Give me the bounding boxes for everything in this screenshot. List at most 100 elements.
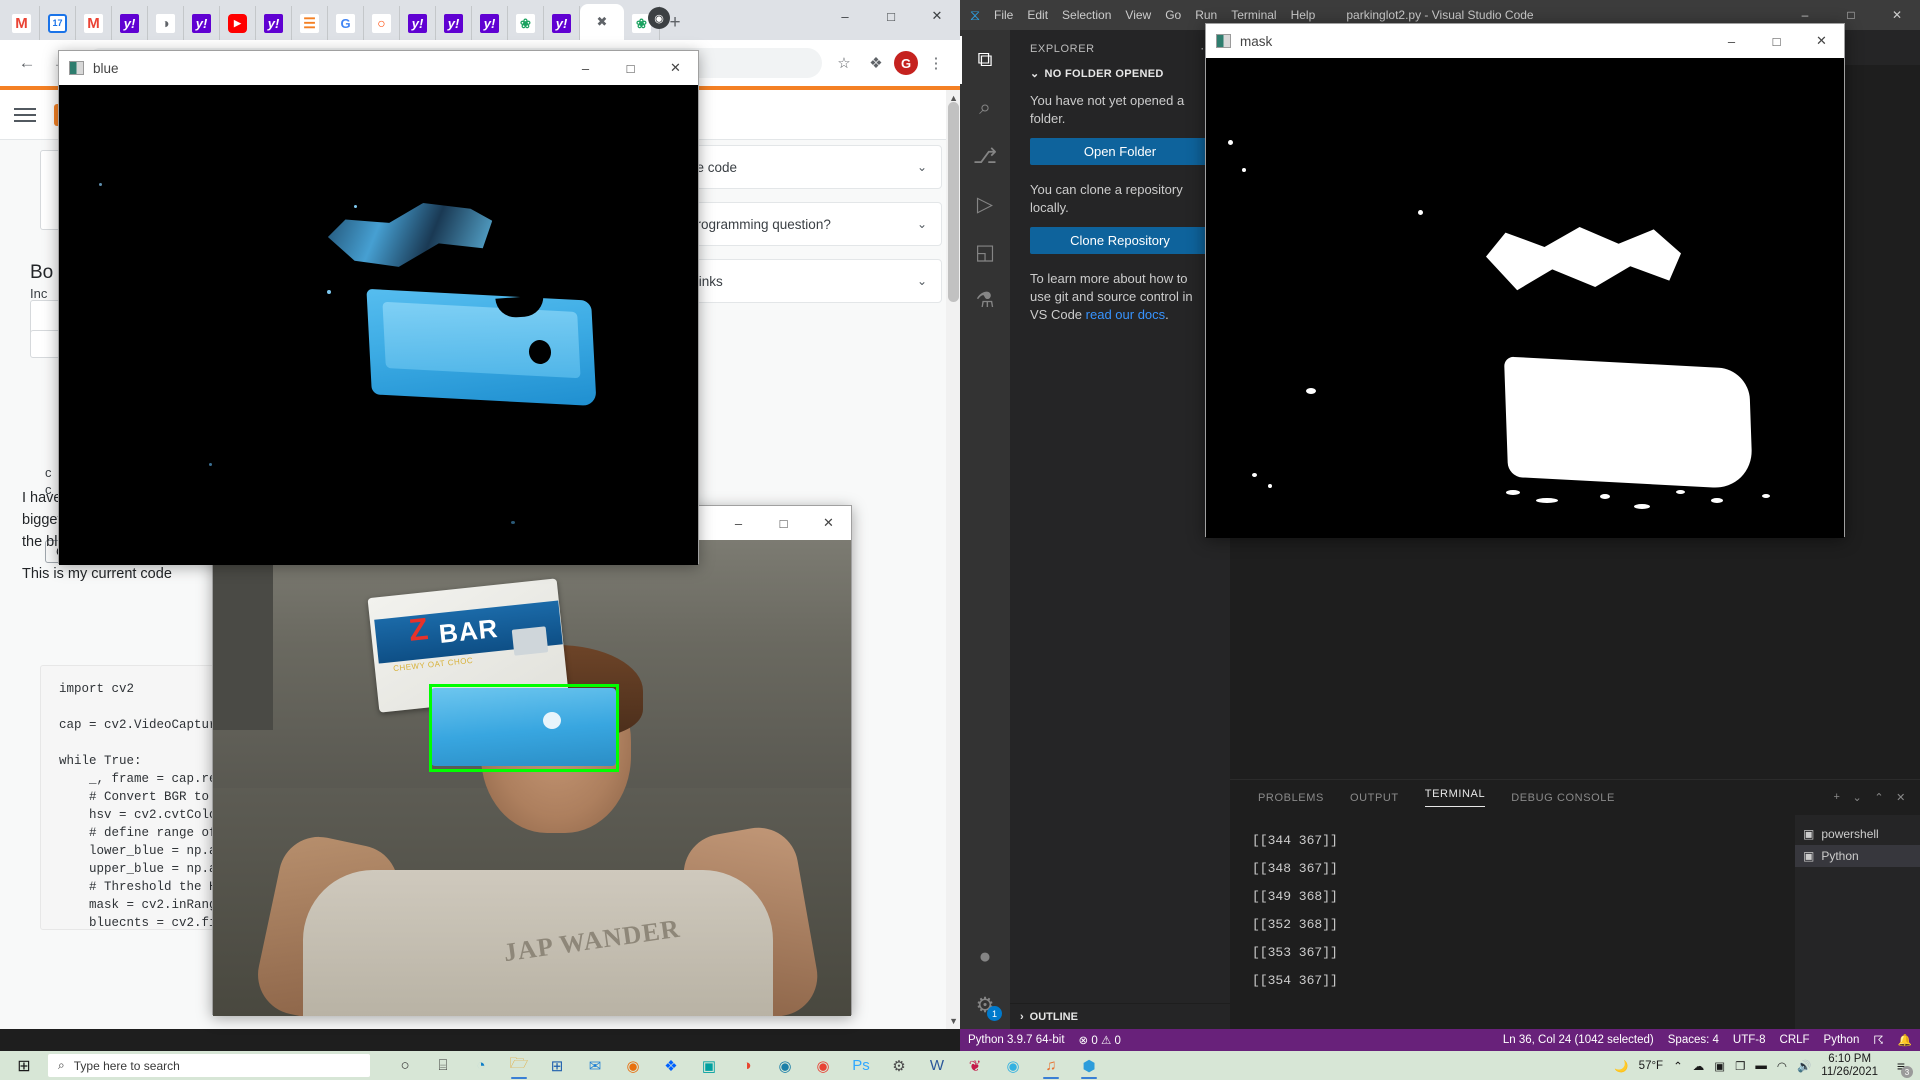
extensions-icon[interactable]: ❖ <box>862 49 890 77</box>
menu-run[interactable]: Run <box>1195 8 1217 22</box>
menu-go[interactable]: Go <box>1165 8 1181 22</box>
close-panel-icon[interactable]: ✕ <box>1896 791 1906 804</box>
browser-tab[interactable]: y! <box>256 6 292 40</box>
browser-tab[interactable]: ❀ <box>508 6 544 40</box>
run-debug-icon[interactable]: ▷ <box>960 180 1010 228</box>
browser-tab[interactable]: M <box>4 6 40 40</box>
scroll-down-icon[interactable]: ▼ <box>949 1016 958 1026</box>
logitech-icon[interactable]: ▣ <box>692 1051 726 1080</box>
close-icon[interactable]: ✕ <box>653 51 698 85</box>
browser-tab[interactable]: G <box>328 6 364 40</box>
browser-tab[interactable]: ☰ <box>292 6 328 40</box>
camera-icon[interactable]: ▣ <box>1714 1059 1725 1073</box>
notification-bell-icon[interactable]: 🔔 <box>1898 1033 1912 1047</box>
taskbar-search-input[interactable]: ⌕ Type here to search <box>48 1054 370 1077</box>
read-docs-link[interactable]: read our docs <box>1086 307 1166 322</box>
browser-tab[interactable]: y! <box>472 6 508 40</box>
browser-tab-active[interactable]: ✖ <box>580 4 624 40</box>
minimize-icon[interactable]: – <box>563 51 608 85</box>
vscode-icon[interactable]: ⬢ <box>1072 1051 1106 1080</box>
menu-view[interactable]: View <box>1125 8 1151 22</box>
start-button-icon[interactable]: ⊞ <box>0 1051 48 1080</box>
steam-icon[interactable]: ◉ <box>768 1051 802 1080</box>
extensions-icon[interactable]: ◱ <box>960 228 1010 276</box>
browser-tab[interactable]: ▶ <box>220 6 256 40</box>
task-view-icon[interactable]: ⌸ <box>426 1051 460 1080</box>
testing-icon[interactable]: ⚗ <box>960 276 1010 324</box>
bookmark-star-icon[interactable]: ☆ <box>830 49 858 77</box>
profile-pin-icon[interactable]: ◉ <box>648 7 670 29</box>
cursor-position-status[interactable]: Ln 36, Col 24 (1042 selected) <box>1503 1034 1654 1046</box>
weather-icon[interactable]: 🌙 <box>1614 1059 1628 1073</box>
indentation-status[interactable]: Spaces: 4 <box>1668 1034 1719 1046</box>
encoding-status[interactable]: UTF-8 <box>1733 1034 1766 1046</box>
maximize-icon[interactable]: □ <box>608 51 653 85</box>
minimize-icon[interactable]: – <box>1709 24 1754 58</box>
menu-terminal[interactable]: Terminal <box>1231 8 1276 22</box>
media-icon[interactable]: ◉ <box>996 1051 1030 1080</box>
tab-output[interactable]: OUTPUT <box>1350 792 1399 804</box>
avatar[interactable]: G <box>894 51 918 75</box>
chrome-menu-icon[interactable]: ⋮ <box>922 49 950 77</box>
battery-icon[interactable]: ▬ <box>1755 1060 1767 1072</box>
minimize-icon[interactable]: – <box>822 9 868 24</box>
eol-status[interactable]: CRLF <box>1780 1034 1810 1046</box>
accordion-item[interactable]: l links ⌄ <box>674 259 942 303</box>
microsoft-store-icon[interactable]: ⊞ <box>540 1051 574 1080</box>
explorer-icon[interactable]: ⧉ <box>960 36 1010 84</box>
maximize-icon[interactable]: □ <box>868 9 914 24</box>
edge-icon[interactable]: ◔ <box>464 1051 498 1080</box>
photoshop-icon[interactable]: Ps <box>844 1051 878 1080</box>
hamburger-menu-icon[interactable] <box>14 107 36 122</box>
python-interpreter-status[interactable]: Python 3.9.7 64-bit <box>968 1034 1065 1046</box>
browser-tab[interactable]: y! <box>112 6 148 40</box>
close-icon[interactable]: ✕ <box>914 8 960 24</box>
split-terminal-chevron-icon[interactable]: ⌄ <box>1853 791 1863 804</box>
accordion-item[interactable]: programming question? ⌄ <box>674 202 942 246</box>
browser-tab[interactable]: y! <box>184 6 220 40</box>
menu-selection[interactable]: Selection <box>1062 8 1111 22</box>
feedback-icon[interactable]: ☈ <box>1873 1033 1883 1047</box>
tab-debug-console[interactable]: DEBUG CONSOLE <box>1511 792 1615 804</box>
browser-tab[interactable]: ◑ <box>148 6 184 40</box>
back-icon[interactable]: ← <box>10 46 44 80</box>
browser-tab[interactable]: y! <box>400 6 436 40</box>
cloud-icon[interactable]: ☁ <box>1693 1059 1705 1073</box>
errors-warnings-status[interactable]: ⊗ 0 ⚠ 0 <box>1079 1033 1121 1047</box>
maximize-icon[interactable]: □ <box>1754 24 1799 58</box>
page-scrollbar[interactable]: ▲ ▼ <box>946 90 960 1029</box>
search-icon[interactable]: ⌕ <box>960 84 1010 132</box>
open-folder-button[interactable]: Open Folder <box>1030 138 1210 165</box>
chrome-icon[interactable]: ◉ <box>806 1051 840 1080</box>
raspberry-icon[interactable]: ❦ <box>958 1051 992 1080</box>
browser-tab[interactable]: 17 <box>40 6 76 40</box>
file-explorer-icon[interactable]: 🗁 <box>502 1051 536 1080</box>
clone-repository-button[interactable]: Clone Repository <box>1030 227 1210 254</box>
add-terminal-icon[interactable]: + <box>1833 791 1840 804</box>
language-mode-status[interactable]: Python <box>1824 1034 1860 1046</box>
opera-icon[interactable]: ◑ <box>730 1051 764 1080</box>
terminal-item-powershell[interactable]: ▣ powershell <box>1795 823 1920 845</box>
browser-tab[interactable]: y! <box>436 6 472 40</box>
browser-tab[interactable]: ○ <box>364 6 400 40</box>
dropbox-icon[interactable]: ❖ <box>654 1051 688 1080</box>
maximize-icon[interactable]: □ <box>761 506 806 540</box>
close-icon[interactable]: ✕ <box>806 506 851 540</box>
close-icon[interactable]: ✕ <box>1874 0 1920 30</box>
browser-tab[interactable]: y! <box>544 6 580 40</box>
taskbar-clock[interactable]: 6:10 PM 11/26/2021 <box>1821 1053 1878 1079</box>
settings-icon[interactable]: ⚙ <box>882 1051 916 1080</box>
close-icon[interactable]: ✖ <box>597 14 608 30</box>
wifi-icon[interactable]: ◠ <box>1777 1059 1787 1073</box>
volume-icon[interactable]: 🔊 <box>1797 1059 1811 1073</box>
no-folder-section[interactable]: ⌄ NO FOLDER OPENED <box>1010 65 1230 82</box>
menu-help[interactable]: Help <box>1291 8 1316 22</box>
accordion-item[interactable]: ne code ⌄ <box>674 145 942 189</box>
display-icon[interactable]: ❐ <box>1735 1059 1745 1073</box>
settings-gear-icon[interactable]: ⚙ 1 <box>960 981 1010 1029</box>
browser-tab[interactable]: M <box>76 6 112 40</box>
notification-center-icon[interactable]: ≡ 3 <box>1888 1051 1914 1080</box>
tab-terminal[interactable]: TERMINAL <box>1425 788 1485 807</box>
terminal-item-python[interactable]: ▣ Python <box>1795 845 1920 867</box>
menu-file[interactable]: File <box>994 8 1013 22</box>
